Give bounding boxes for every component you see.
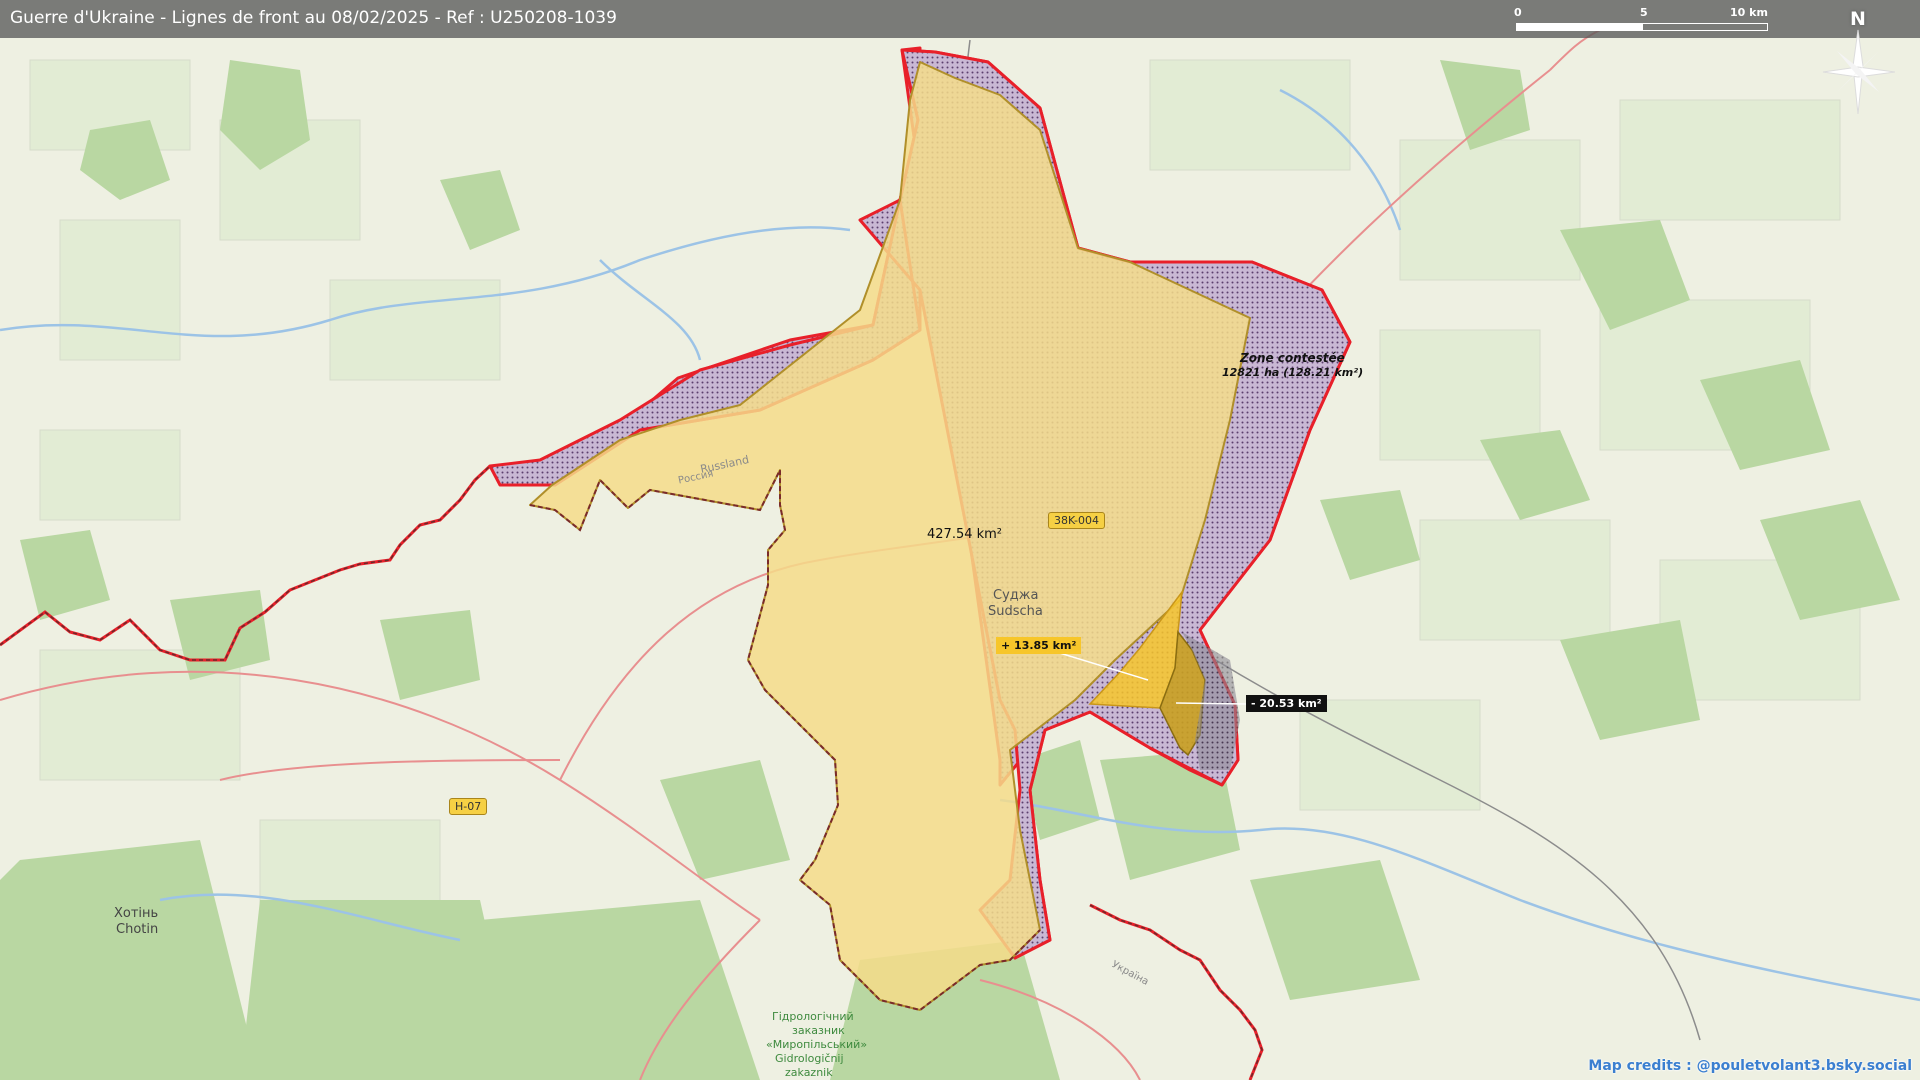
reserve-label-5: zakaznik bbox=[785, 1066, 833, 1079]
map-credits: Map credits : @pouletvolant3.bsky.social bbox=[1588, 1058, 1912, 1074]
place-khotin-latin: Chotin bbox=[116, 922, 159, 937]
scale-label-10: 10 km bbox=[1730, 6, 1768, 19]
gain-badge: + 13.85 km² bbox=[996, 637, 1082, 654]
scale-bar: 0 5 10 km bbox=[1514, 6, 1774, 34]
scale-label-0: 0 bbox=[1514, 6, 1522, 19]
scale-segment-1 bbox=[1516, 23, 1642, 31]
place-khotin-cyrillic: Хотінь bbox=[114, 906, 159, 921]
contested-zone-value: 12821 ha (128.21 km²) bbox=[1222, 366, 1364, 379]
loss-pointer bbox=[1175, 702, 1247, 705]
compass-star-icon bbox=[1822, 29, 1896, 115]
scale-segment-2 bbox=[1642, 23, 1768, 31]
place-sudzha-cyrillic: Суджа bbox=[993, 588, 1039, 603]
place-sudzha-latin: Sudscha bbox=[988, 604, 1043, 619]
contested-zone-title: Zone contestée bbox=[1240, 351, 1345, 365]
reserve-label-1: Гідрологічний bbox=[772, 1010, 854, 1023]
scale-label-5: 5 bbox=[1640, 6, 1648, 19]
controlled-area-label: 427.54 km² bbox=[927, 527, 1003, 542]
reserve-label-3: «Миропільський» bbox=[766, 1038, 868, 1051]
road-shield-38k004: 38K-004 bbox=[1048, 512, 1106, 529]
north-arrow: N bbox=[1815, 6, 1901, 116]
map-title: Guerre d'Ukraine - Lignes de front au 08… bbox=[10, 8, 617, 28]
loss-badge: - 20.53 km² bbox=[1246, 695, 1327, 712]
road-shield-h07: H-07 bbox=[449, 798, 488, 815]
reserve-label-2: заказник bbox=[792, 1024, 845, 1037]
reserve-label-4: Gidrologičnij bbox=[775, 1052, 844, 1065]
